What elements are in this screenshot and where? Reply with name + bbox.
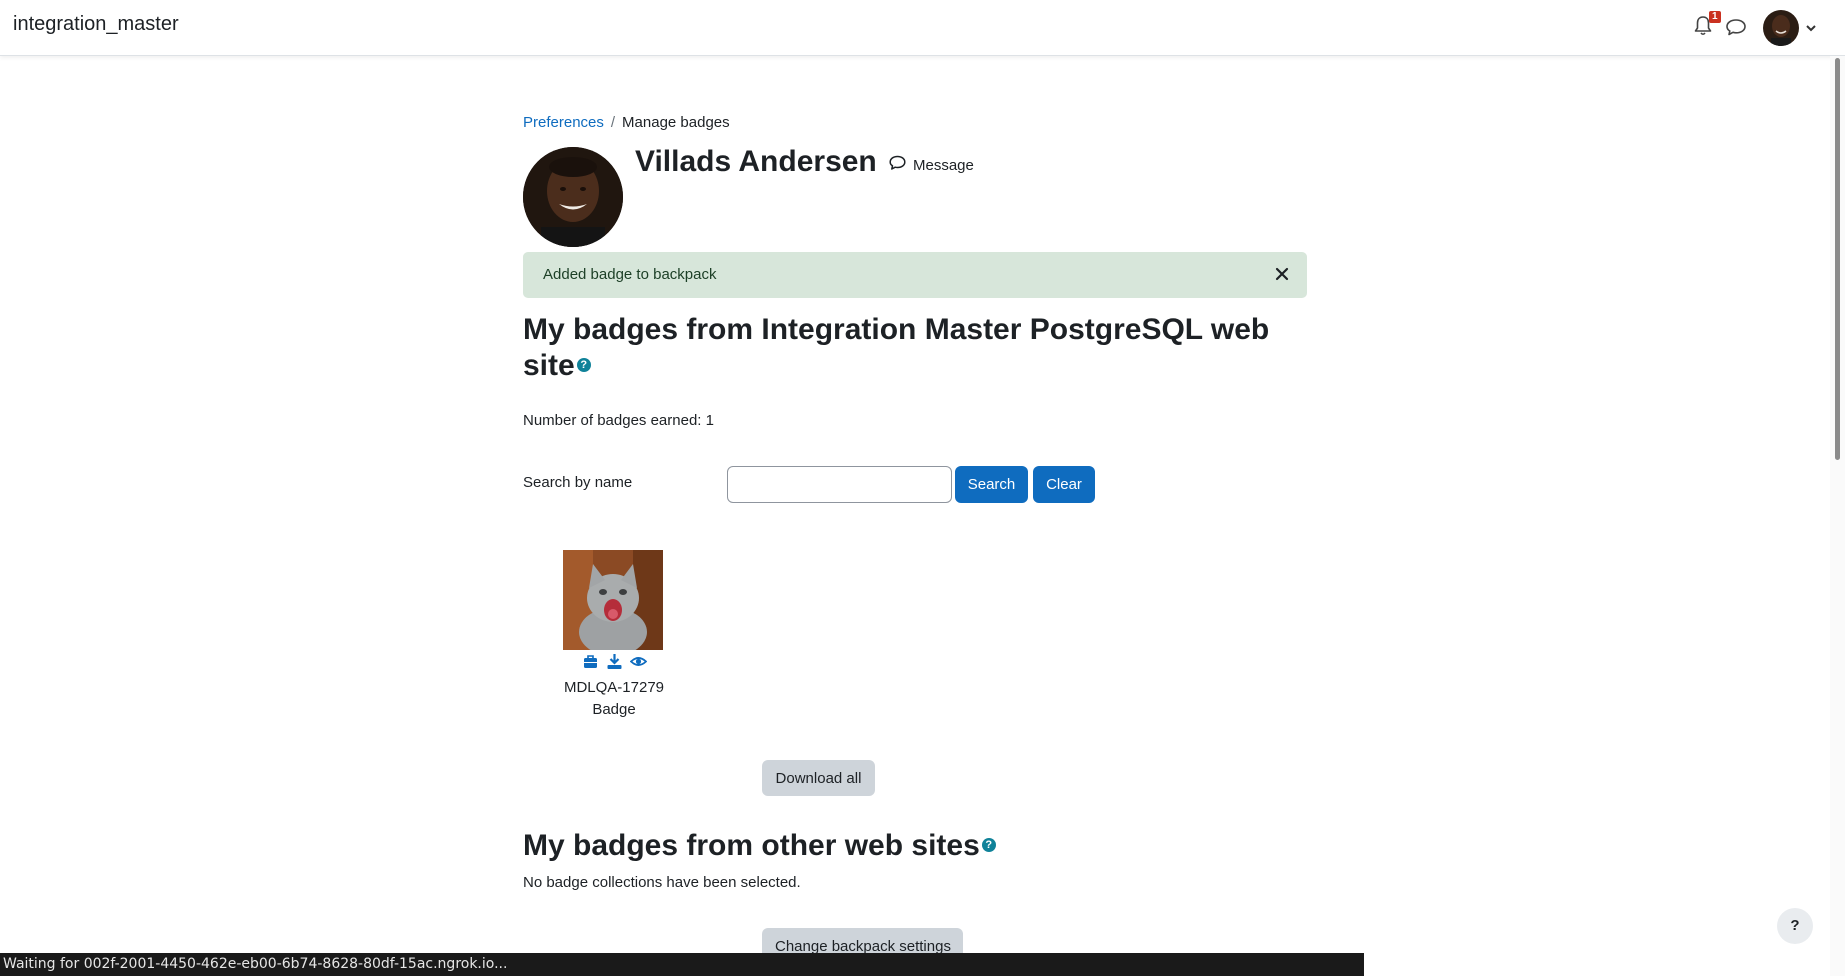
badge-name-line: MDLQA-17279: [563, 679, 665, 696]
badge-image[interactable]: [563, 550, 663, 650]
messages-chat-icon[interactable]: [1725, 16, 1747, 38]
site-brand[interactable]: integration_master: [13, 13, 179, 36]
clear-button[interactable]: Clear: [1033, 466, 1095, 503]
no-collections-text: No badge collections have been selected.: [523, 874, 801, 891]
badges-earned-count: Number of badges earned: 1: [523, 412, 714, 429]
close-icon[interactable]: [1275, 266, 1289, 282]
site-badges-heading: My badges from Integration Master Postgr…: [523, 312, 1307, 384]
help-icon[interactable]: ?: [576, 358, 591, 373]
message-user-link[interactable]: Message: [889, 155, 974, 175]
floating-help-button[interactable]: ?: [1777, 908, 1813, 944]
notification-count-badge: 1: [1709, 11, 1721, 23]
eye-icon[interactable]: [629, 653, 647, 670]
download-all-button[interactable]: Download all: [762, 760, 875, 796]
chevron-down-icon[interactable]: [1805, 21, 1817, 33]
page-scrollbar-thumb[interactable]: [1835, 58, 1840, 460]
search-label: Search by name: [523, 474, 633, 491]
breadcrumb-preferences-link[interactable]: Preferences: [523, 114, 604, 131]
success-alert: Added badge to backpack: [523, 252, 1307, 298]
site-badges-title: My badges from Integration Master Postgr…: [523, 313, 1270, 382]
alert-message: Added badge to backpack: [543, 266, 717, 283]
search-button[interactable]: Search: [955, 466, 1028, 503]
profile-avatar: [523, 147, 623, 247]
breadcrumb: Preferences / Manage badges: [523, 114, 730, 131]
badge-card: MDLQA-17279 Badge: [563, 550, 665, 721]
help-icon[interactable]: ?: [981, 838, 996, 853]
badge-name[interactable]: MDLQA-17279 Badge: [563, 677, 665, 721]
download-icon[interactable]: [606, 653, 623, 670]
breadcrumb-current: Manage badges: [622, 114, 730, 131]
message-label: Message: [913, 156, 974, 174]
other-badges-title: My badges from other web sites: [523, 829, 980, 862]
user-menu-avatar[interactable]: [1763, 10, 1799, 46]
top-navbar: integration_master 1: [0, 0, 1845, 56]
chat-bubble-icon: [889, 155, 906, 175]
browser-status-bar: Waiting for 002f-2001-4450-462e-eb00-6b7…: [0, 953, 1364, 976]
other-badges-heading: My badges from other web sites?: [523, 828, 996, 864]
badge-actions: [563, 653, 665, 671]
search-input[interactable]: [727, 466, 952, 503]
badge-name-line: Badge: [592, 701, 636, 718]
breadcrumb-separator: /: [610, 114, 616, 131]
user-full-name: Villads Andersen: [635, 145, 877, 178]
backpack-icon[interactable]: [582, 653, 599, 670]
